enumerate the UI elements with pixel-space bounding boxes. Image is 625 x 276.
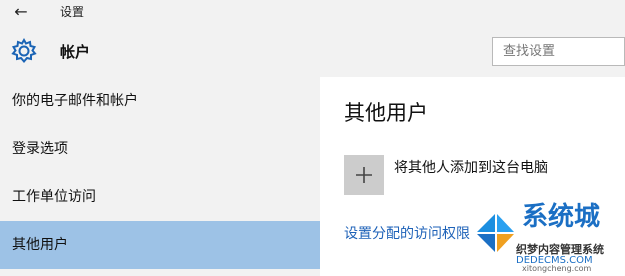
sidebar: 你的电子邮件和帐户 登录选项 工作单位访问 其他用户: [0, 77, 320, 276]
search-input[interactable]: [493, 38, 624, 65]
watermark-line3: xitongcheng.com: [522, 264, 592, 273]
sidebar-item-label: 其他用户: [12, 237, 68, 253]
add-user-label: 将其他人添加到这台电脑: [394, 160, 548, 176]
sidebar-item-email-accounts[interactable]: 你的电子邮件和帐户: [0, 77, 320, 125]
watermark-brand: 系统城: [522, 202, 601, 232]
windows-logo-icon: [474, 212, 516, 254]
search-box[interactable]: [492, 37, 625, 66]
title-bar: ← 设置: [0, 0, 625, 25]
watermark: 系统城 织梦内容管理系统 DEDECMS.COM xitongcheng.com: [470, 196, 625, 276]
gear-icon: [11, 37, 37, 64]
header: 帐户: [0, 25, 625, 77]
page-title: 帐户: [60, 43, 91, 61]
back-arrow-icon: ←: [14, 2, 28, 21]
add-other-user-row[interactable]: 将其他人添加到这台电脑: [344, 155, 604, 195]
sidebar-item-label: 你的电子邮件和帐户: [12, 93, 138, 109]
back-button[interactable]: ←: [10, 1, 32, 23]
assigned-access-link[interactable]: 设置分配的访问权限: [344, 223, 470, 243]
add-user-button[interactable]: [344, 155, 384, 195]
sidebar-item-other-users[interactable]: 其他用户: [0, 221, 320, 269]
sidebar-item-label: 工作单位访问: [12, 189, 96, 205]
sidebar-item-label: 登录选项: [12, 141, 68, 157]
sidebar-item-sign-in-options[interactable]: 登录选项: [0, 125, 320, 173]
sidebar-item-work-access[interactable]: 工作单位访问: [0, 173, 320, 221]
plus-icon: [356, 167, 372, 183]
section-title: 其他用户: [344, 101, 428, 125]
app-title: 设置: [60, 5, 85, 19]
